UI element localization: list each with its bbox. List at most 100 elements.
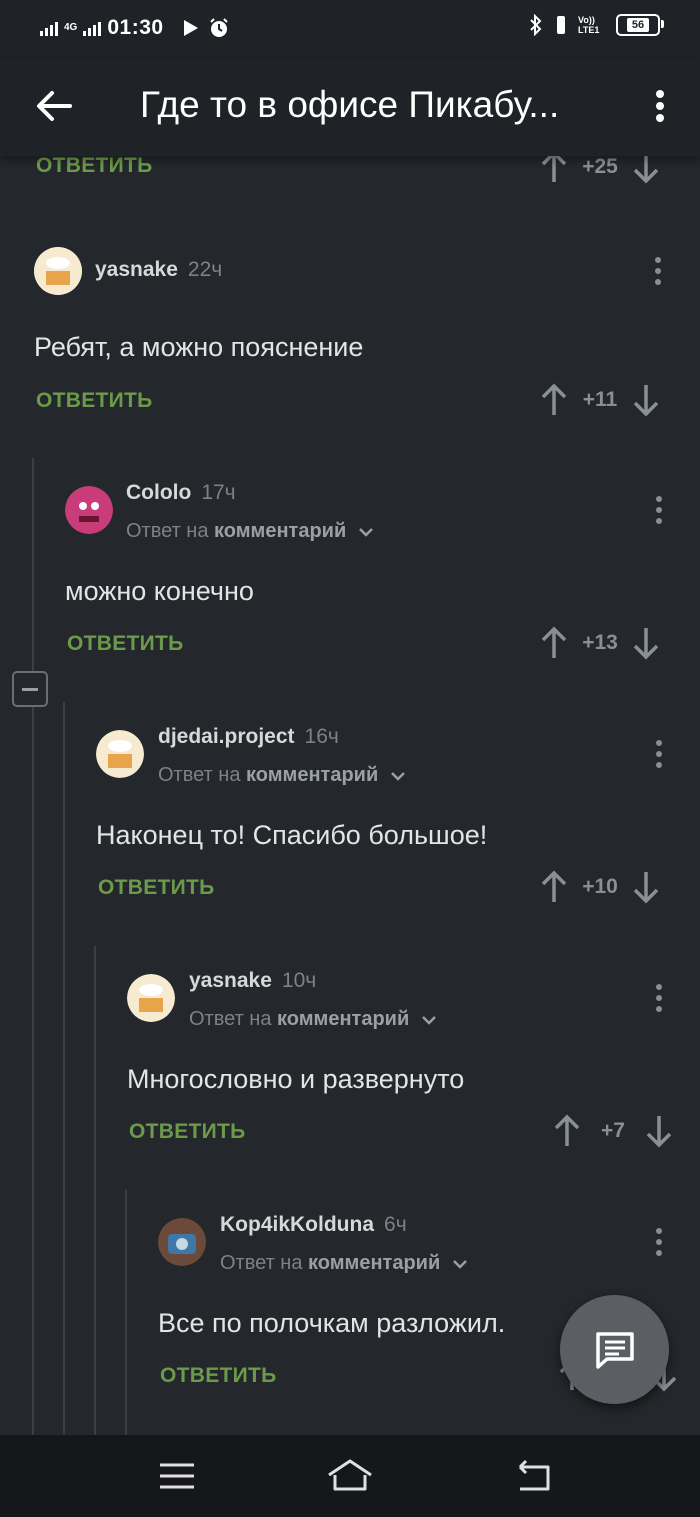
arrow-down-icon[interactable] — [632, 383, 660, 417]
avatar[interactable] — [34, 247, 82, 295]
arrow-up-icon[interactable] — [540, 870, 568, 904]
reply-button[interactable]: ОТВЕТИТЬ — [67, 632, 184, 656]
comment: djedai.project 16ч Ответ на комментарий Н… — [96, 725, 676, 920]
vote-control: +13 — [540, 626, 660, 660]
avatar-image — [127, 974, 175, 1022]
vibrate-icon — [557, 16, 565, 34]
author-name[interactable]: yasnake — [189, 969, 272, 992]
signal-icon — [40, 20, 58, 36]
avatar-image — [96, 730, 144, 778]
home-icon[interactable] — [325, 1455, 375, 1497]
reply-button[interactable]: ОТВЕТИТЬ — [129, 1120, 246, 1144]
author-name[interactable]: yasnake — [95, 258, 178, 281]
reply-to[interactable]: Ответ на комментарий — [158, 764, 406, 787]
reply-to[interactable]: Ответ на комментарий — [126, 520, 374, 543]
avatar-image — [65, 486, 113, 534]
thread-line-4 — [125, 1190, 127, 1435]
chevron-down-icon[interactable] — [452, 1258, 468, 1270]
more-vert-icon[interactable] — [649, 1226, 669, 1258]
comment: yasnake 22ч Ребят, а можно пояснение ОТВЕ… — [34, 247, 674, 427]
network-type: 4G — [64, 22, 78, 33]
avatar-image — [158, 1218, 206, 1266]
arrow-down-icon[interactable] — [632, 626, 660, 660]
comment-time: 16ч — [304, 725, 339, 748]
author-name[interactable]: Kop4ikKolduna — [220, 1213, 374, 1236]
arrow-up-icon[interactable] — [540, 383, 568, 417]
vote-control: +10 — [540, 870, 660, 904]
score: +7 — [601, 1119, 625, 1142]
reply-to[interactable]: Ответ на комментарий — [189, 1008, 437, 1031]
comment-time: 6ч — [384, 1213, 407, 1236]
clock: 01:30 — [107, 16, 164, 39]
more-vert-icon[interactable] — [648, 86, 672, 126]
comment-author-line: djedai.project 16ч — [158, 725, 339, 749]
reply-button[interactable]: ОТВЕТИТЬ — [36, 389, 153, 413]
comment-fab-button[interactable] — [560, 1295, 669, 1404]
comment-text: Все по полочкам разложил. — [158, 1308, 506, 1338]
reply-to-link[interactable]: комментарий — [214, 520, 346, 542]
collapse-thread-button[interactable] — [12, 671, 48, 707]
thread-line-1 — [32, 458, 34, 1435]
reply-to-prefix: Ответ на — [189, 1008, 272, 1030]
back-icon[interactable] — [508, 1455, 558, 1497]
avatar[interactable] — [158, 1218, 206, 1266]
comment-text: Многословно и развернуто — [127, 1064, 465, 1094]
menu-icon[interactable] — [152, 1455, 202, 1497]
vote-control: +7 — [553, 1114, 673, 1148]
avatar[interactable] — [65, 486, 113, 534]
score: +25 — [582, 155, 618, 178]
app-bar: Где то в офисе Пикабу... — [0, 58, 700, 156]
comment: Cololo 17ч Ответ на комментарий можно кон… — [65, 481, 675, 676]
more-vert-icon[interactable] — [649, 982, 669, 1014]
thread-line-2 — [63, 702, 65, 1435]
reply-to-link[interactable]: комментарий — [308, 1252, 440, 1274]
comment-time: 22ч — [187, 258, 223, 281]
vote-control: +11 — [540, 383, 660, 417]
reply-to-prefix: Ответ на — [220, 1252, 303, 1274]
reply-to-prefix: Ответ на — [158, 764, 241, 786]
arrow-down-icon[interactable] — [632, 870, 660, 904]
more-vert-icon[interactable] — [649, 738, 669, 770]
avatar-image — [34, 247, 82, 295]
comment-author-line: yasnake 22ч — [95, 258, 222, 282]
more-vert-icon[interactable] — [649, 494, 669, 526]
reply-to-prefix: Ответ на — [126, 520, 209, 542]
thread-line-3 — [94, 946, 96, 1435]
reply-to-link[interactable]: комментарий — [277, 1008, 409, 1030]
arrow-up-icon[interactable] — [553, 1114, 581, 1148]
score: +11 — [582, 388, 618, 411]
comment-author-line: yasnake 10ч — [189, 969, 316, 993]
reply-button[interactable]: ОТВЕТИТЬ — [98, 876, 215, 900]
author-name[interactable]: Cololo — [126, 481, 191, 504]
system-nav-bar — [0, 1435, 700, 1517]
comment-icon — [596, 1332, 634, 1369]
battery-icon: 56 — [616, 14, 664, 36]
author-name[interactable]: djedai.project — [158, 725, 295, 748]
reply-button[interactable]: ОТВЕТИТЬ — [160, 1364, 277, 1388]
chevron-down-icon[interactable] — [421, 1014, 437, 1026]
reply-button-prev[interactable]: ОТВЕТИТЬ — [36, 154, 153, 178]
avatar[interactable] — [127, 974, 175, 1022]
chevron-down-icon[interactable] — [358, 526, 374, 538]
reply-to-link[interactable]: комментарий — [246, 764, 378, 786]
comment-text: Ребят, а можно пояснение — [34, 332, 364, 362]
alarm-icon — [209, 18, 228, 37]
comment: yasnake 10ч Ответ на комментарий Многосло… — [127, 969, 675, 1164]
battery-level: 56 — [626, 18, 650, 32]
reply-to[interactable]: Ответ на комментарий — [220, 1252, 468, 1275]
comment-author-line: Kop4ikKolduna 6ч — [220, 1213, 407, 1237]
page-title: Где то в офисе Пикабу... — [140, 84, 560, 125]
more-vert-icon[interactable] — [648, 255, 668, 287]
status-bar: 4G 01:30 Vo)) LTE1 56 — [0, 0, 700, 58]
play-icon — [183, 20, 198, 36]
score: +13 — [582, 631, 618, 654]
chevron-down-icon[interactable] — [390, 770, 406, 782]
arrow-down-icon[interactable] — [645, 1114, 673, 1148]
volte-indicator: Vo)) LTE1 — [578, 15, 600, 35]
arrow-up-icon[interactable] — [540, 626, 568, 660]
comment-text: можно конечно — [65, 576, 254, 606]
comment-author-line: Cololo 17ч — [126, 481, 236, 505]
avatar[interactable] — [96, 730, 144, 778]
comment-text: Наконец то! Спасибо большое! — [96, 820, 488, 850]
arrow-left-icon[interactable] — [34, 86, 74, 126]
